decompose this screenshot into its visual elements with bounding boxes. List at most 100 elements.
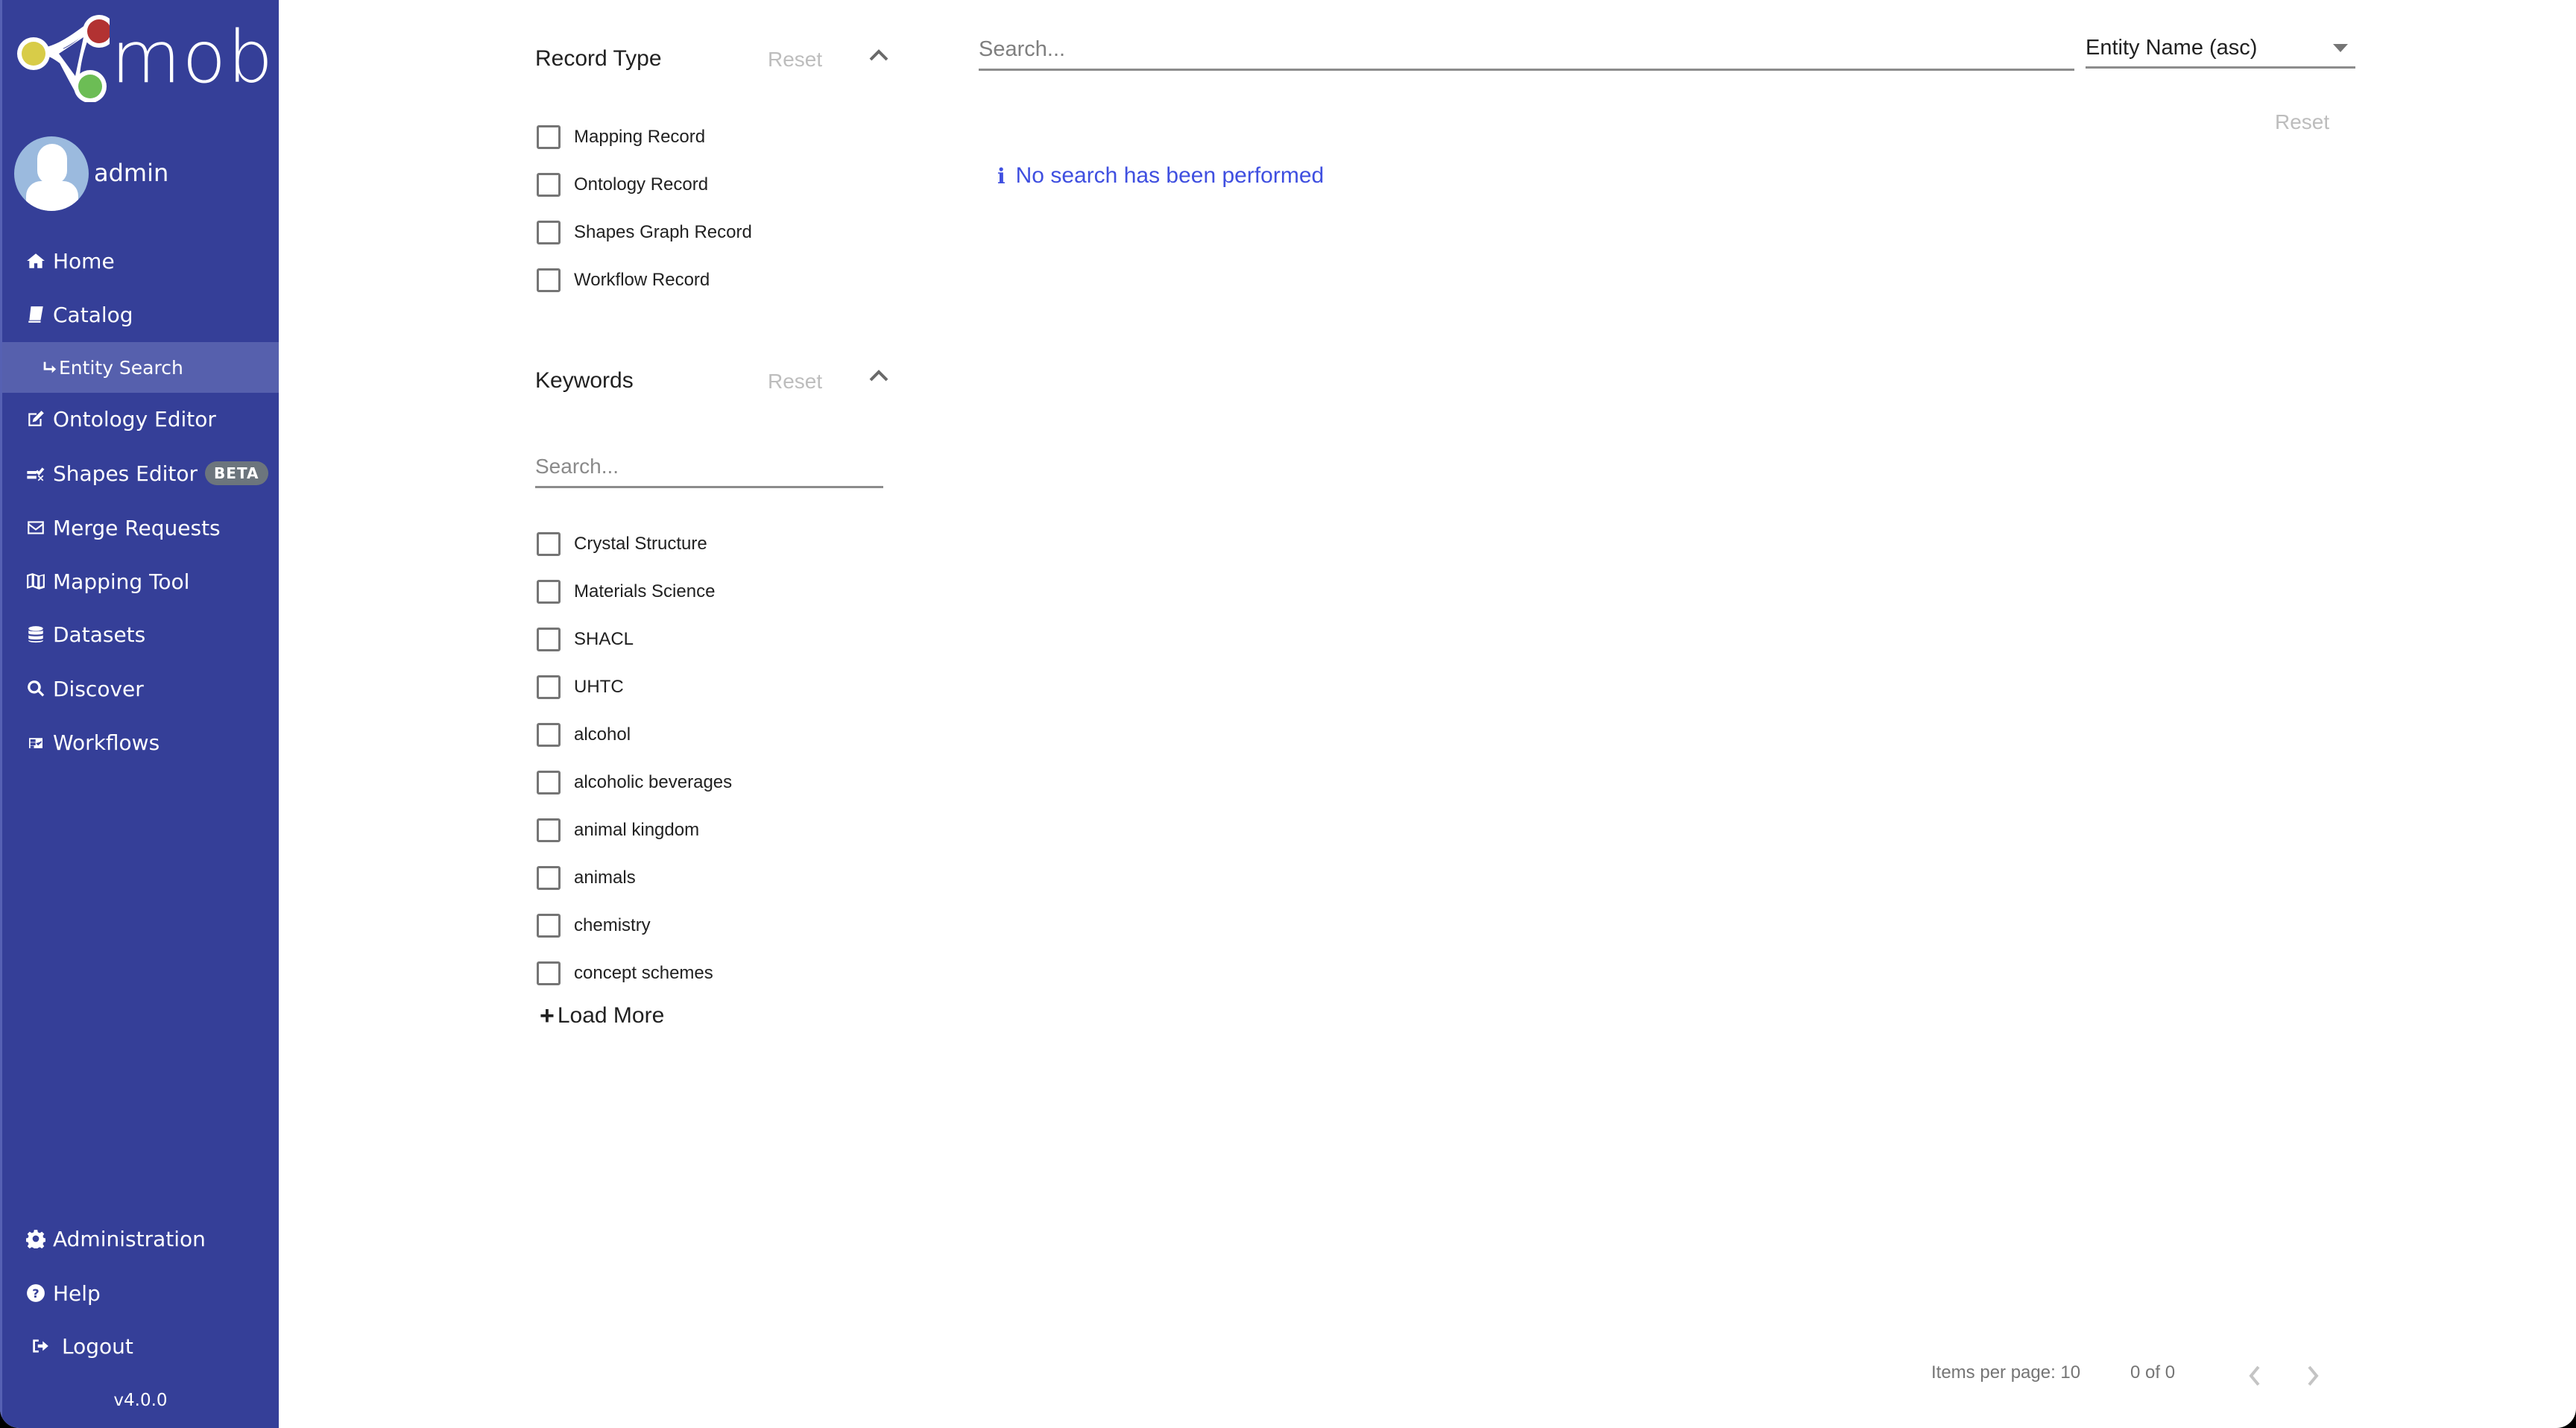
sidebar-item-label: Workflows — [53, 730, 160, 755]
keyword-option[interactable]: animals — [537, 865, 636, 891]
info-icon: i — [997, 163, 1006, 189]
checkbox[interactable] — [537, 628, 561, 651]
sidebar-item-mapping-tool[interactable]: Mapping Tool — [2, 557, 279, 606]
help-icon: ? — [25, 1282, 47, 1304]
checkbox[interactable] — [537, 675, 561, 699]
previous-page-chevron-left-icon[interactable] — [2244, 1361, 2266, 1391]
checkbox[interactable] — [537, 125, 561, 149]
keywords-search-input[interactable] — [535, 447, 883, 488]
load-more-button[interactable]: + Load More — [540, 1003, 664, 1029]
checkbox-label: UHTC — [574, 677, 624, 697]
avatar-head — [37, 144, 67, 184]
checkbox-label: Mapping Record — [574, 127, 706, 147]
next-page-chevron-right-icon[interactable] — [2302, 1361, 2324, 1391]
checkbox-label: animal kingdom — [574, 820, 700, 840]
workflow-icon — [25, 731, 47, 754]
checkbox-label: Workflow Record — [574, 270, 710, 290]
checkbox[interactable] — [537, 173, 561, 197]
sidebar-item-label: Shapes Editor — [53, 461, 198, 486]
keyword-option[interactable]: alcohol — [537, 722, 631, 748]
filter-panel: Record Type Reset Mapping Record Ontolog… — [535, 0, 893, 1118]
checkbox-label: SHACL — [574, 629, 634, 649]
sidebar-item-datasets[interactable]: Datasets — [2, 610, 279, 659]
mobi-logo[interactable]: mobi — [13, 9, 294, 103]
checkbox[interactable] — [537, 866, 561, 890]
sidebar-item-administration[interactable]: Administration — [2, 1214, 279, 1263]
username[interactable]: admin — [94, 158, 168, 188]
checkbox[interactable] — [537, 914, 561, 938]
app-version: v4.0.0 — [113, 1391, 168, 1410]
logo-graph-icon — [17, 15, 116, 103]
record-type-option-ontology-record[interactable]: Ontology Record — [537, 172, 708, 198]
sidebar-item-label: Help — [53, 1280, 101, 1306]
sidebar-item-label: Home — [53, 248, 115, 274]
load-more-label: Load More — [557, 1003, 665, 1028]
keyword-option[interactable]: alcoholic beverages — [537, 770, 732, 795]
keyword-option[interactable]: concept schemes — [537, 961, 713, 986]
sidebar-item-label: Discover — [53, 676, 144, 701]
keywords-reset-button[interactable]: Reset — [768, 370, 822, 394]
checkbox[interactable] — [537, 961, 561, 985]
checkbox[interactable] — [537, 723, 561, 747]
checkbox[interactable] — [537, 221, 561, 244]
sort-select[interactable]: Entity Name (asc) — [2086, 30, 2355, 69]
sidebar-item-label: Merge Requests — [53, 515, 221, 540]
sidebar-item-help[interactable]: ? Help — [2, 1269, 279, 1318]
checkbox[interactable] — [537, 580, 561, 604]
record-type-collapse-chevron-up-icon[interactable] — [868, 48, 890, 63]
edit-icon — [25, 408, 47, 430]
sidebar-item-catalog[interactable]: Catalog — [2, 290, 279, 339]
keyword-option[interactable]: Materials Science — [537, 579, 715, 604]
logout-icon — [29, 1335, 51, 1357]
app-window: mobi admin Home Catalog Entity Search On… — [0, 0, 2576, 1428]
checkbox-label: Crystal Structure — [574, 534, 707, 554]
shapes-check-icon — [25, 462, 47, 484]
gear-icon — [25, 1228, 47, 1250]
info-message: i No search has been performed — [997, 163, 1324, 189]
sidebar-item-ontology-editor[interactable]: Ontology Editor — [2, 394, 279, 443]
sidebar-item-workflows[interactable]: Workflows — [2, 718, 279, 767]
sidebar-item-label: Mapping Tool — [53, 569, 190, 594]
sidebar-item-shapes-editor[interactable]: Shapes Editor BETA — [2, 449, 279, 498]
keyword-option[interactable]: SHACL — [537, 627, 634, 652]
record-type-reset-button[interactable]: Reset — [768, 48, 822, 72]
dropdown-arrow-icon — [2333, 44, 2348, 52]
record-type-option-workflow-record[interactable]: Workflow Record — [537, 268, 710, 293]
book-icon — [25, 303, 47, 326]
checkbox-label: alcoholic beverages — [574, 772, 733, 792]
record-type-option-shapes-graph-record[interactable]: Shapes Graph Record — [537, 220, 752, 245]
sidebar: mobi admin Home Catalog Entity Search On… — [0, 0, 294, 1428]
checkbox[interactable] — [537, 818, 561, 842]
sidebar-item-label: Entity Search — [59, 356, 183, 379]
svg-text:?: ? — [32, 1286, 39, 1301]
envelope-icon — [25, 516, 47, 539]
keywords-title: Keywords — [535, 368, 634, 393]
sidebar-item-entity-search[interactable]: Entity Search — [2, 342, 279, 393]
sidebar-item-label: Datasets — [53, 622, 146, 647]
checkbox-label: Shapes Graph Record — [574, 222, 752, 242]
sidebar-item-merge-requests[interactable]: Merge Requests — [2, 503, 279, 552]
keyword-option[interactable]: Crystal Structure — [537, 531, 707, 557]
page-range: 0 of 0 — [2130, 1362, 2176, 1383]
sidebar-item-label: Administration — [53, 1226, 206, 1251]
checkbox-label: chemistry — [574, 915, 651, 935]
checkbox[interactable] — [537, 771, 561, 794]
home-icon — [25, 250, 47, 272]
checkbox[interactable] — [537, 268, 561, 292]
record-type-option-mapping-record[interactable]: Mapping Record — [537, 124, 705, 150]
keyword-option[interactable]: chemistry — [537, 913, 651, 938]
entity-search-input[interactable] — [979, 30, 2074, 71]
checkbox-label: animals — [574, 868, 636, 888]
keywords-collapse-chevron-up-icon[interactable] — [868, 368, 890, 383]
avatar[interactable] — [14, 136, 89, 211]
reset-search-button[interactable]: Reset — [2275, 110, 2329, 134]
keyword-option[interactable]: animal kingdom — [537, 818, 699, 843]
keyword-option[interactable]: UHTC — [537, 674, 624, 700]
checkbox[interactable] — [537, 532, 561, 556]
paginator: Items per page: 10 0 of 0 — [0, 1361, 2576, 1391]
sidebar-item-home[interactable]: Home — [2, 236, 279, 285]
checkbox-label: Materials Science — [574, 581, 716, 601]
items-per-page: Items per page: 10 — [1931, 1362, 2081, 1383]
map-icon — [25, 570, 47, 593]
sidebar-item-discover[interactable]: Discover — [2, 664, 279, 713]
